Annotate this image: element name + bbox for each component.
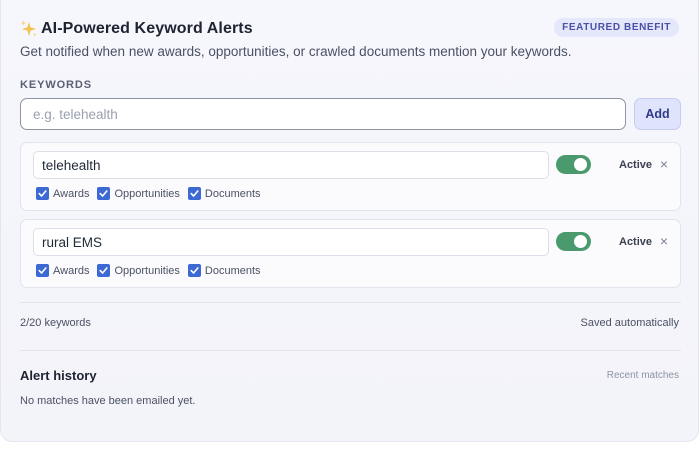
autosave-status: Saved automatically — [580, 317, 679, 329]
recent-matches-label: Recent matches — [606, 370, 679, 381]
new-keyword-input[interactable] — [20, 98, 626, 130]
keyword-sources: Awards Opportunities Documents — [36, 264, 269, 277]
keyword-active-toggle[interactable] — [556, 232, 591, 251]
keyword-value-input[interactable] — [33, 228, 549, 256]
keyword-alerts-panel: AI-Powered Keyword Alerts FEATURED BENEF… — [0, 0, 699, 442]
panel-subtitle: Get notified when new awards, opportunit… — [20, 44, 572, 59]
keyword-status-label: Active — [619, 159, 653, 171]
source-label: Documents — [204, 264, 261, 277]
checkmark-icon — [187, 187, 201, 200]
alert-history-title: Alert history — [20, 368, 97, 383]
source-checkbox-opportunities[interactable]: Opportunities — [97, 264, 180, 277]
source-checkbox-documents[interactable]: Documents — [187, 264, 261, 277]
keyword-count: 2/20 keywords — [20, 317, 91, 329]
checkmark-icon — [187, 264, 201, 277]
toggle-knob — [574, 158, 587, 171]
featured-benefit-badge: FEATURED BENEFIT — [554, 18, 679, 37]
source-label: Opportunities — [114, 187, 180, 200]
keyword-active-toggle[interactable] — [556, 155, 591, 174]
keywords-section-label: KEYWORDS — [20, 79, 92, 91]
checkmark-icon — [36, 264, 49, 277]
source-checkbox-awards[interactable]: Awards — [36, 264, 89, 277]
close-icon[interactable]: × — [658, 156, 670, 172]
source-label: Awards — [53, 187, 90, 200]
checkmark-icon — [36, 187, 49, 200]
keyword-value-input[interactable] — [33, 151, 549, 179]
keyword-sources: Awards Opportunities Documents — [36, 187, 269, 200]
close-icon[interactable]: × — [658, 233, 670, 249]
panel-header: AI-Powered Keyword Alerts — [20, 18, 253, 40]
source-checkbox-awards[interactable]: Awards — [36, 187, 89, 200]
alert-history-empty-text: No matches have been emailed yet. — [20, 395, 196, 407]
toggle-knob — [574, 235, 587, 248]
divider — [20, 350, 681, 351]
source-label: Opportunities — [114, 264, 180, 277]
keyword-card: Active × Awards Opportunities Documents — [20, 142, 681, 211]
divider — [20, 302, 681, 303]
add-keyword-button[interactable]: Add — [634, 98, 681, 130]
keyword-status-label: Active — [619, 236, 653, 248]
source-label: Documents — [204, 187, 261, 200]
checkmark-icon — [97, 264, 111, 277]
source-checkbox-documents[interactable]: Documents — [187, 187, 261, 200]
checkmark-icon — [97, 187, 111, 200]
sparkles-icon — [21, 20, 37, 37]
page-title: AI-Powered Keyword Alerts — [41, 20, 253, 37]
keyword-card: Active × Awards Opportunities Documents — [20, 219, 681, 288]
source-label: Awards — [53, 264, 90, 277]
source-checkbox-opportunities[interactable]: Opportunities — [97, 187, 180, 200]
